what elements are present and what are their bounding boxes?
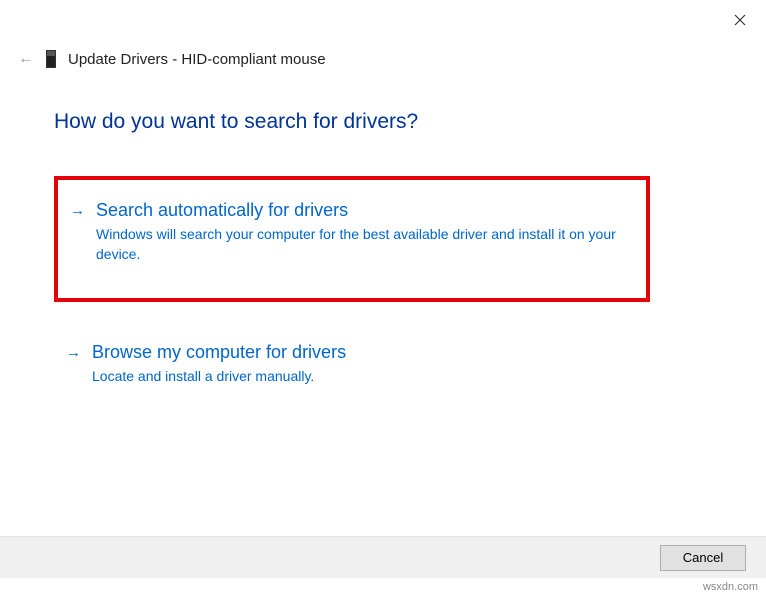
watermark: wsxdn.com	[703, 581, 758, 593]
option-browse-computer[interactable]: → Browse my computer for drivers Locate …	[54, 324, 650, 405]
device-icon	[46, 50, 56, 68]
option-title: Browse my computer for drivers	[92, 342, 630, 363]
window-title: Update Drivers - HID-compliant mouse	[68, 51, 326, 68]
titlebar	[0, 0, 766, 40]
option-desc: Windows will search your computer for th…	[96, 225, 626, 264]
page-heading: How do you want to search for drivers?	[54, 110, 766, 134]
header-row: ← Update Drivers - HID-compliant mouse	[0, 40, 766, 68]
arrow-right-icon: →	[66, 342, 82, 364]
footer: Cancel	[0, 536, 766, 578]
option-text: Browse my computer for drivers Locate an…	[92, 342, 630, 387]
options-list: → Search automatically for drivers Windo…	[54, 176, 766, 405]
back-arrow-icon[interactable]: ←	[18, 50, 34, 68]
cancel-button[interactable]: Cancel	[660, 545, 746, 571]
option-title: Search automatically for drivers	[96, 200, 626, 221]
arrow-right-icon: →	[70, 200, 86, 222]
option-search-automatically[interactable]: → Search automatically for drivers Windo…	[54, 176, 650, 302]
option-text: Search automatically for drivers Windows…	[96, 200, 626, 264]
close-icon[interactable]	[726, 8, 754, 32]
option-desc: Locate and install a driver manually.	[92, 367, 630, 387]
